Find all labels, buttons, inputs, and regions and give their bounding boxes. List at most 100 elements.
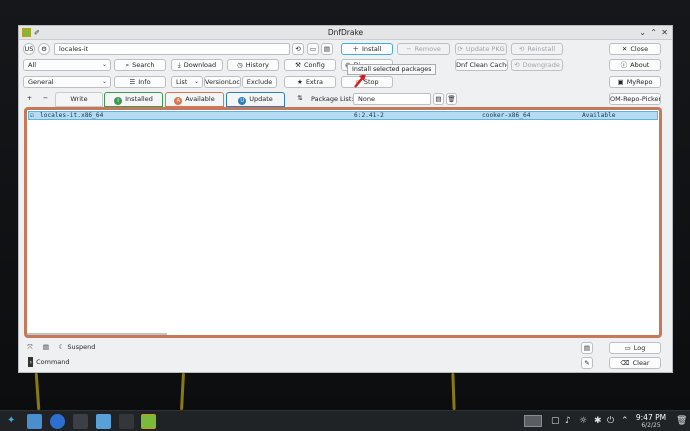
log-label: Log (633, 344, 646, 352)
installed-label: Installed (125, 95, 153, 103)
clock[interactable]: 9:47 PM 6/2/25 (633, 413, 669, 429)
terminal-icon[interactable] (119, 414, 134, 429)
sort-button[interactable]: ⇅ (294, 93, 306, 105)
download-button[interactable]: ⤓ Download (171, 59, 223, 71)
log-file-button[interactable]: ▤ (581, 342, 593, 354)
clear-label: Clear (632, 359, 650, 367)
tray-expand-icon[interactable]: ⌃ (621, 416, 629, 426)
clear-icon: ⌫ (620, 359, 630, 367)
command-button[interactable]: › Command (24, 357, 74, 369)
close-window-icon[interactable]: ✕ (661, 26, 668, 40)
open-file-button[interactable]: ▭ (307, 43, 319, 55)
collapse-button[interactable]: ⤧ (24, 342, 36, 354)
tab-available[interactable]: A Available (165, 92, 224, 107)
remove-list-button[interactable]: − (39, 93, 52, 105)
taskbar-window-preview[interactable] (524, 415, 542, 427)
power-icon[interactable]: ⏻ (607, 416, 614, 426)
package-manager-icon[interactable] (27, 414, 42, 429)
package-list-delete-button[interactable]: 🗑 (446, 93, 457, 105)
minus-icon: − (406, 45, 412, 53)
pin-icon[interactable]: ✐ (34, 26, 40, 40)
save-file-button[interactable]: ▤ (321, 43, 333, 55)
network-icon[interactable]: ☼ (579, 416, 587, 426)
exclude-button[interactable]: Exclude (242, 76, 277, 88)
group-select-value: General (28, 78, 54, 86)
edit-button[interactable]: ✎ (581, 357, 593, 369)
system-settings-icon[interactable] (73, 414, 88, 429)
package-list-open-button[interactable]: ▤ (433, 93, 444, 105)
add-list-button[interactable]: + (23, 93, 36, 105)
stop-button[interactable]: ⊘Stop (341, 76, 393, 88)
trash-icon[interactable]: 🗑 (676, 416, 687, 426)
installed-badge-icon: I (114, 97, 123, 105)
log-button[interactable]: ▭ Log (609, 342, 661, 354)
file-manager-icon[interactable] (96, 414, 111, 429)
clipboard-icon[interactable]: ▢ (551, 416, 560, 426)
clear-search-button[interactable]: ⟲ (292, 43, 304, 55)
chevron-down-icon: ⌄ (101, 61, 107, 68)
document-icon: ▤ (323, 45, 331, 53)
star-icon: ★ (297, 78, 303, 86)
row-checkbox-icon[interactable]: ☑ (30, 112, 34, 119)
package-list[interactable]: ☑ locales-it.x86_64 6:2.41-2 cooker-x86_… (24, 107, 662, 338)
clear-button[interactable]: ⌫ Clear (609, 357, 661, 369)
info-button[interactable]: ☰ Info (114, 76, 166, 88)
om-repo-picker-button[interactable]: OM-Repo-Picker (609, 93, 661, 105)
exclude-label: Exclude (246, 78, 273, 86)
horizontal-scrollbar[interactable] (27, 333, 167, 335)
versionlock-button[interactable]: VersionLock (204, 76, 241, 88)
write-label: Write (70, 95, 88, 103)
history-icon: ◷ (237, 61, 243, 69)
search-input[interactable]: locales-it (54, 43, 290, 55)
maximize-icon[interactable]: ⌃ (650, 26, 657, 40)
tab-write[interactable]: Write (55, 92, 103, 107)
list-mode-select[interactable]: List ⌄ (171, 76, 203, 88)
desktop-wallpaper-cable (34, 372, 41, 411)
remove-button[interactable]: − Remove (397, 43, 450, 55)
suspend-button[interactable]: ☾ Suspend (56, 342, 98, 354)
terminal-toggle-button[interactable]: ▤ (40, 342, 52, 354)
history-button[interactable]: ◷ History (227, 59, 279, 71)
package-list-field[interactable]: None (353, 93, 431, 105)
bluetooth-icon[interactable]: ✱ (594, 416, 602, 426)
wrench-icon: ⚒ (295, 61, 301, 69)
extra-button[interactable]: ★ Extra (284, 76, 336, 88)
tab-installed[interactable]: I Installed (104, 92, 163, 107)
settings-round-button[interactable]: ⚙ (38, 43, 50, 55)
reinstall-button[interactable]: ⟲ Reinstall (511, 43, 563, 55)
minus-label: − (42, 94, 49, 102)
volume-icon[interactable]: ♪ (565, 416, 571, 426)
history-label: History (245, 61, 269, 69)
list-icon: ☰ (129, 78, 136, 86)
window-title: DnfDrake (327, 28, 364, 37)
update-icon: ⟳ (457, 45, 463, 53)
search-input-value: locales-it (59, 45, 89, 53)
close-button[interactable]: ✕ Close (609, 43, 661, 55)
list-mode-value: List (176, 78, 188, 86)
myrepo-button[interactable]: ▣ MyRepo (609, 76, 661, 88)
download-label: Download (183, 61, 217, 69)
keyboard-layout-button[interactable]: US (23, 43, 35, 55)
tab-update[interactable]: U Update (226, 92, 285, 107)
minimize-icon[interactable]: ⌄ (639, 26, 646, 40)
filter-select-value: All (28, 61, 37, 69)
available-label: Available (185, 95, 215, 103)
group-select[interactable]: General ⌄ (23, 76, 111, 88)
dnfdrake-task-icon[interactable] (141, 414, 156, 429)
update-pkg-button[interactable]: ⟳ Update PKG (455, 43, 507, 55)
downgrade-button[interactable]: ⟲ Downgrade (511, 59, 563, 71)
window-titlebar[interactable]: ✐ DnfDrake ⌄ ⌃ ✕ (19, 26, 672, 40)
filter-select[interactable]: All ⌄ (23, 59, 111, 71)
table-row[interactable]: ☑ locales-it.x86_64 6:2.41-2 cooker-x86_… (28, 111, 658, 120)
config-button[interactable]: ⚒ Config (284, 59, 336, 71)
browser-icon[interactable] (50, 414, 65, 429)
application-launcher-icon[interactable]: ✦ (7, 415, 15, 426)
plus-icon: ＋ (352, 45, 359, 53)
about-button[interactable]: ⓘ About (609, 59, 661, 71)
about-label: About (630, 61, 650, 69)
dnf-clean-cache-button[interactable]: Dnf Clean Cache (455, 59, 508, 71)
clear-icon: ⟲ (295, 45, 301, 53)
search-button[interactable]: ⌕ Search (114, 59, 166, 71)
info-label: Info (138, 78, 151, 86)
install-button[interactable]: ＋ Install (341, 43, 393, 55)
